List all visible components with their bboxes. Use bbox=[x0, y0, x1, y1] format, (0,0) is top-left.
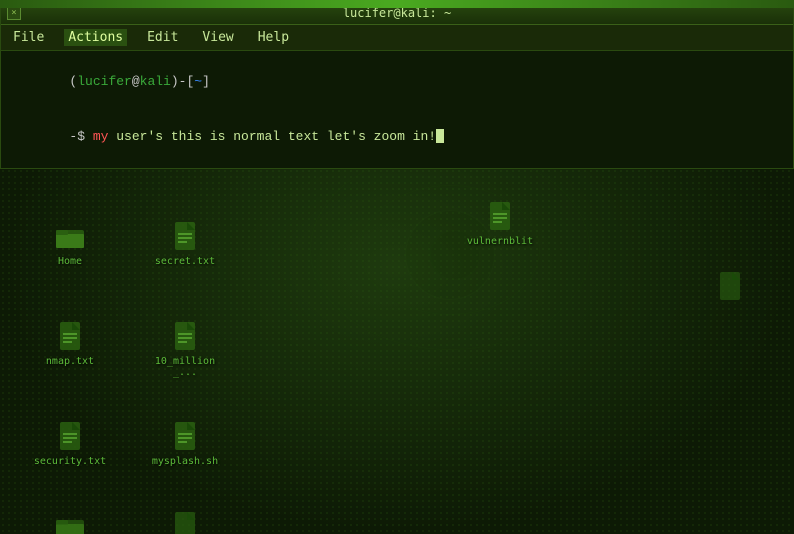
file-icon-vuln bbox=[484, 200, 516, 232]
terminal-window: × lucifer@kali: ~ File Actions Edit View… bbox=[0, 0, 794, 169]
folder-icon-home bbox=[54, 220, 86, 252]
terminal-line-2: -$ my user's this is normal text let's z… bbox=[7, 110, 787, 165]
command-text: user's this is normal text let's zoom in… bbox=[108, 129, 436, 144]
prompt-host: kali bbox=[140, 74, 171, 89]
terminal-body: (lucifer@kali)-[~] -$ my user's this is … bbox=[1, 51, 793, 168]
file-icon-mysplash bbox=[169, 420, 201, 452]
desktop: × lucifer@kali: ~ File Actions Edit View… bbox=[0, 0, 794, 534]
desktop-icon-bottom1[interactable] bbox=[30, 510, 110, 534]
icon-label-security: security.txt bbox=[34, 456, 106, 467]
prompt-user: lucifer bbox=[77, 74, 132, 89]
icon-label-vuln: vulnernblit bbox=[467, 236, 533, 247]
terminal-menubar: File Actions Edit View Help bbox=[1, 25, 793, 51]
terminal-cursor bbox=[436, 129, 444, 143]
menu-actions[interactable]: Actions bbox=[64, 29, 127, 46]
menu-file[interactable]: File bbox=[9, 29, 48, 46]
icon-label-mysplash: mysplash.sh bbox=[152, 456, 218, 467]
file-icon-security bbox=[54, 420, 86, 452]
prompt-bracket-close: ] bbox=[202, 74, 210, 89]
command-keyword: my bbox=[93, 129, 109, 144]
terminal-line-1: (lucifer@kali)-[~] bbox=[7, 55, 787, 110]
icon-label-10million: 10_million_... bbox=[148, 356, 223, 378]
icon-label-home: Home bbox=[58, 256, 82, 267]
icon-label-nmap: nmap.txt bbox=[46, 356, 94, 367]
prompt-at: @ bbox=[132, 74, 140, 89]
desktop-icon-vuln[interactable]: vulnernblit bbox=[460, 200, 540, 247]
prompt-dollar: -$ bbox=[69, 129, 92, 144]
prompt-bracket-dir: )-[ bbox=[171, 74, 194, 89]
menu-edit[interactable]: Edit bbox=[143, 29, 182, 46]
file-icon-secret bbox=[169, 220, 201, 252]
taskbar-top bbox=[0, 0, 794, 8]
prompt-dir: ~ bbox=[194, 74, 202, 89]
desktop-icon-mysplash[interactable]: mysplash.sh bbox=[145, 420, 225, 467]
file-icon-10million bbox=[169, 320, 201, 352]
desktop-icon-secret[interactable]: secret.txt bbox=[145, 220, 225, 267]
desktop-icons-container: File system recon.txt Home bbox=[0, 110, 794, 534]
icon-label-secret: secret.txt bbox=[155, 256, 215, 267]
desktop-icon-bottom2[interactable] bbox=[145, 510, 225, 534]
menu-view[interactable]: View bbox=[198, 29, 237, 46]
file-icon-extra bbox=[714, 270, 746, 302]
desktop-icon-home[interactable]: Home bbox=[30, 220, 110, 267]
desktop-icon-security[interactable]: security.txt bbox=[30, 420, 110, 467]
desktop-icon-nmap[interactable]: nmap.txt bbox=[30, 320, 110, 367]
menu-help[interactable]: Help bbox=[254, 29, 293, 46]
file-icon-nmap bbox=[54, 320, 86, 352]
desktop-icon-extra[interactable] bbox=[690, 270, 770, 306]
folder-icon-bottom1 bbox=[54, 510, 86, 534]
file-icon-bottom2 bbox=[169, 510, 201, 534]
desktop-icon-10million[interactable]: 10_million_... bbox=[145, 320, 225, 378]
